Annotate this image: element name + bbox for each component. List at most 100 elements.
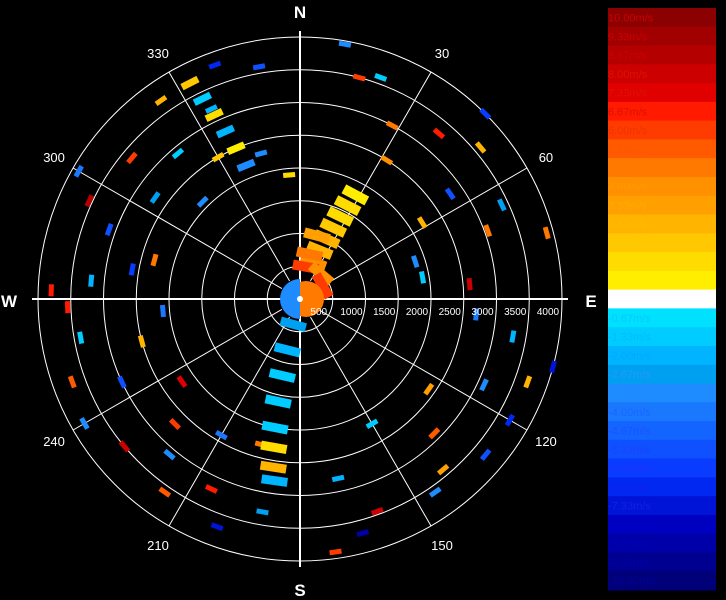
echo-bin (352, 73, 366, 82)
echo-bin (150, 253, 159, 267)
legend-label: -2.00m/s (608, 350, 651, 362)
velocity-legend: 10.00m/s 9.33m/s 8.67m/s 8.00m/s 7.33m/s 6.67… (608, 8, 716, 591)
bearing-label: 300 (43, 150, 65, 165)
legend-label: -10.00m/s (608, 576, 657, 588)
echo-bin (118, 440, 131, 453)
echo-bin (137, 334, 146, 348)
echo-bin (208, 60, 222, 70)
echo-bin (204, 484, 218, 494)
echo-bin (149, 191, 161, 204)
echo-bin (159, 304, 166, 318)
echo-bin-nw (192, 91, 212, 106)
echo-bin (79, 417, 90, 430)
echo-bin (428, 486, 442, 498)
azimuth-spoke (317, 309, 528, 431)
echo-bin (411, 255, 420, 269)
echo-bin (542, 226, 551, 240)
echo-bin-nw (226, 141, 246, 156)
echo-bin-s (279, 316, 307, 333)
echo-bin (416, 216, 428, 230)
echo-bin (444, 187, 456, 201)
echo-bin (176, 375, 188, 389)
cardinal-label: W (1, 292, 18, 311)
echo-bin (128, 263, 136, 276)
echo-bin (171, 147, 185, 160)
echo-bin (64, 301, 71, 314)
echo-bin-nw (215, 124, 236, 139)
echo-bin (466, 277, 473, 291)
echo-bin (432, 127, 446, 140)
echo-bin (67, 375, 77, 389)
echo-layer (48, 40, 558, 556)
echo-bin (549, 360, 558, 374)
azimuth-spoke (168, 71, 290, 282)
legend-label: 3.33m/s (608, 200, 648, 212)
legend-label: -1.33m/s (608, 332, 651, 344)
range-tick-label: 3500 (504, 307, 527, 318)
echo-bin (428, 427, 441, 440)
echo-bin (497, 198, 507, 212)
range-tick-label: 1500 (373, 307, 396, 318)
echo-bin (365, 418, 379, 429)
legend-label: 2.67m/s (608, 219, 648, 231)
legend-label: -8.00m/s (608, 519, 651, 531)
echo-bin-s (273, 342, 302, 358)
echo-bin (252, 63, 266, 71)
echo-bin (77, 331, 85, 345)
echo-bin-s (260, 474, 288, 487)
echo-bin (504, 413, 516, 427)
echo-bin-s (268, 368, 296, 383)
azimuth-spoke (168, 316, 290, 527)
legend-label: -9.33m/s (608, 557, 651, 569)
range-tick-label: 2500 (439, 307, 462, 318)
range-tick-label: 500 (310, 307, 327, 318)
legend-label: 9.33m/s (608, 31, 648, 43)
echo-bin (117, 375, 127, 389)
echo-bin (331, 474, 345, 483)
echo-bin (356, 529, 370, 538)
legend-label: -7.33m/s (608, 501, 651, 513)
legend-label: 1.33m/s (608, 257, 648, 269)
range-tick-label: 1000 (340, 307, 363, 318)
bearing-label: 330 (147, 46, 169, 61)
legend-label: -8.67m/s (608, 538, 651, 550)
cardinal-label: S (294, 581, 305, 600)
legend-label: 0.67m/s (608, 275, 648, 287)
echo-bin (48, 284, 54, 297)
echo-bin (210, 522, 224, 532)
azimuth-spoke (72, 167, 283, 289)
echo-bin (374, 73, 388, 82)
legend-label: 7.33m/s (608, 88, 648, 100)
legend-label: 0.00m/s (608, 294, 648, 306)
echo-bin (88, 274, 95, 287)
echo-bin (329, 548, 342, 556)
echo-bin (479, 107, 492, 120)
azimuth-spoke (72, 309, 283, 431)
bearing-label: 120 (535, 434, 557, 449)
legend-label: 6.00m/s (608, 125, 648, 137)
echo-bin (163, 448, 176, 461)
legend-label: -3.33m/s (608, 388, 651, 400)
bearing-label: 60 (539, 150, 553, 165)
legend-label: -4.00m/s (608, 407, 651, 419)
legend-label: 8.00m/s (608, 69, 648, 81)
legend-label: 2.00m/s (608, 238, 648, 250)
echo-bin (423, 382, 435, 396)
echo-bin (154, 94, 168, 106)
echo-bin (479, 448, 492, 461)
cardinal-label: N (294, 3, 306, 22)
echo-bin-s (260, 440, 288, 455)
echo-bin (419, 271, 427, 284)
echo-bin (282, 172, 296, 179)
echo-bin (509, 330, 517, 343)
echo-bin (474, 141, 487, 154)
radar-plot: N E S W 30 60 120 150 210 240 300 330 500 1000 1500 200… (1, 3, 597, 600)
echo-bin (385, 120, 399, 131)
echo-bin (380, 154, 394, 166)
echo-bin (254, 149, 268, 158)
range-tick-label: 2000 (406, 307, 429, 318)
echo-bin (196, 195, 209, 208)
legend-label: 10.00m/s (608, 13, 654, 25)
echo-bin (104, 223, 114, 237)
legend-label: 6.67m/s (608, 106, 648, 118)
